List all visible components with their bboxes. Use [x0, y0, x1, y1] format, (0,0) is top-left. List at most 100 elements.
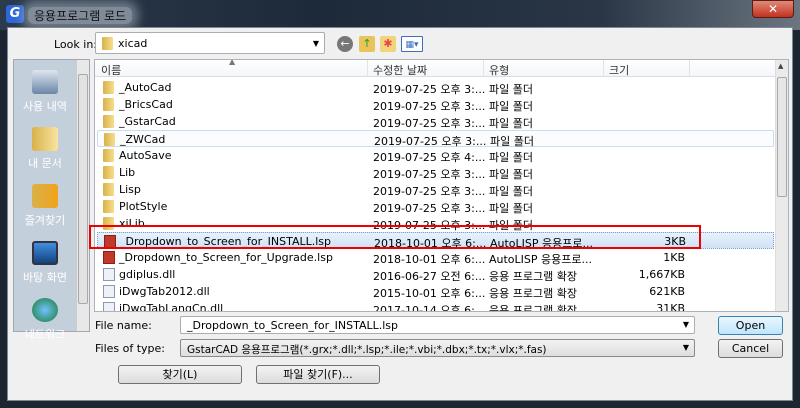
- file-type: 파일 폴더: [489, 151, 533, 164]
- recent-icon: [32, 70, 58, 94]
- file-row[interactable]: _BricsCad 2019-07-25 오후 3:... 파일 폴더: [97, 96, 774, 113]
- file-row[interactable]: Lisp 2019-07-25 오후 3:... 파일 폴더: [97, 181, 774, 198]
- look-in-dropdown[interactable]: xicad ▼: [95, 32, 325, 54]
- dialog-body: Look in: xicad ▼ ← ↑ ✱ ▦▾ 사용 내역 내 문서 즐겨찾…: [7, 27, 793, 401]
- desktop-icon: [32, 241, 58, 265]
- file-type: 파일 폴더: [489, 100, 533, 113]
- column-type[interactable]: 유형: [489, 62, 509, 78]
- list-header: 이름 ▲ 수정한 날짜 유형 크기: [95, 60, 788, 77]
- network-icon: [32, 298, 58, 322]
- dll-icon: [103, 302, 115, 311]
- file-name: _Dropdown_to_Screen_for_INSTALL.lsp: [120, 235, 331, 248]
- file-type: AutoLISP 응용프로...: [489, 253, 592, 266]
- file-type: 파일 폴더: [489, 219, 533, 232]
- open-button[interactable]: Open: [718, 316, 783, 335]
- chevron-down-icon[interactable]: ▼: [683, 343, 689, 352]
- file-type-value: GstarCAD 응용프로그램(*.grx;*.dll;*.lsp;*.ile;…: [187, 344, 547, 356]
- file-row[interactable]: PlotStyle 2019-07-25 오후 3:... 파일 폴더: [97, 198, 774, 215]
- file-type: 파일 폴더: [489, 168, 533, 181]
- favorites-icon: [32, 184, 58, 208]
- folder-icon: [103, 81, 114, 94]
- file-name: _GstarCad: [119, 115, 176, 128]
- file-date: 2019-07-25 오후 3:...: [373, 185, 486, 198]
- file-type: 파일 폴더: [489, 117, 533, 130]
- column-date[interactable]: 수정한 날짜: [373, 62, 427, 78]
- scroll-thumb[interactable]: [777, 77, 787, 197]
- place-favorites[interactable]: 즐겨찾기: [14, 184, 76, 228]
- find-file-button[interactable]: 파일 찾기(F)...: [256, 365, 380, 384]
- scroll-up-icon[interactable]: ▲: [778, 62, 783, 70]
- place-documents[interactable]: 내 문서: [14, 127, 76, 171]
- file-row[interactable]: _Dropdown_to_Screen_for_INSTALL.lsp 2018…: [97, 232, 774, 250]
- places-scrollbar[interactable]: [76, 60, 89, 331]
- file-date: 2016-06-27 오전 6:...: [373, 270, 486, 283]
- file-size: 1,667KB: [638, 268, 685, 281]
- app-icon: G: [6, 5, 24, 23]
- chevron-down-icon[interactable]: ▼: [313, 39, 319, 48]
- places-bar: 사용 내역 내 문서 즐겨찾기 바탕 화면 네트워크: [13, 59, 90, 341]
- dll-icon: [103, 268, 115, 281]
- view-menu-icon[interactable]: ▦▾: [401, 36, 423, 52]
- file-name: PlotStyle: [119, 200, 168, 213]
- place-network[interactable]: 네트워크: [14, 298, 76, 342]
- folder-icon: [103, 200, 114, 213]
- up-folder-icon[interactable]: ↑: [359, 36, 375, 52]
- file-row[interactable]: Lib 2019-07-25 오후 3:... 파일 폴더: [97, 164, 774, 181]
- file-date: 2019-07-25 오후 3:...: [373, 202, 486, 215]
- list-scrollbar[interactable]: ▲: [775, 60, 788, 311]
- file-size: 621KB: [649, 285, 685, 298]
- documents-icon: [32, 127, 58, 151]
- file-type-label: Files of type:: [95, 342, 166, 355]
- folder-icon: [102, 37, 113, 50]
- file-type: 파일 폴더: [489, 202, 533, 215]
- new-folder-icon[interactable]: ✱: [380, 36, 396, 52]
- column-size[interactable]: 크기: [609, 62, 629, 78]
- file-date: 2018-10-01 오후 6:...: [373, 253, 486, 266]
- place-label: 내 문서: [28, 157, 62, 170]
- folder-icon: [103, 98, 114, 111]
- file-list: 이름 ▲ 수정한 날짜 유형 크기 _AutoCad 2019-07-25 오후…: [94, 59, 789, 312]
- folder-icon: [103, 217, 114, 230]
- place-recent[interactable]: 사용 내역: [14, 70, 76, 114]
- file-date: 2019-07-25 오후 3:...: [373, 117, 486, 130]
- file-name-input[interactable]: _Dropdown_to_Screen_for_INSTALL.lsp ▼: [180, 316, 695, 334]
- file-name: _BricsCad: [119, 98, 173, 111]
- file-row[interactable]: AutoSave 2019-07-25 오후 4:... 파일 폴더: [97, 147, 774, 164]
- sort-asc-icon: ▲: [229, 59, 236, 66]
- chevron-down-icon[interactable]: ▼: [683, 320, 689, 329]
- folder-icon: [104, 133, 115, 146]
- close-button[interactable]: ✕: [752, 0, 794, 18]
- place-desktop[interactable]: 바탕 화면: [14, 241, 76, 285]
- file-row[interactable]: _Dropdown_to_Screen_for_Upgrade.lsp 2018…: [97, 249, 774, 266]
- find-button[interactable]: 찾기(L): [118, 365, 242, 384]
- folder-icon: [103, 183, 114, 196]
- file-date: 2017-10-14 오후 6:...: [373, 304, 486, 312]
- back-icon[interactable]: ←: [337, 36, 353, 52]
- file-name: xiLib: [119, 217, 145, 230]
- column-divider: [689, 60, 690, 77]
- file-size: 31KB: [656, 302, 685, 312]
- file-size: 1KB: [663, 251, 685, 264]
- folder-icon: [103, 149, 114, 162]
- file-type: 파일 폴더: [489, 83, 533, 96]
- file-row[interactable]: _ZWCad 2019-07-25 오후 3:... 파일 폴더: [97, 130, 774, 148]
- file-row[interactable]: _AutoCad 2019-07-25 오후 3:... 파일 폴더: [97, 79, 774, 96]
- file-row[interactable]: iDwgTabLangCn.dll 2017-10-14 오후 6:... 응용…: [97, 300, 774, 312]
- file-row[interactable]: _GstarCad 2019-07-25 오후 3:... 파일 폴더: [97, 113, 774, 130]
- scroll-thumb[interactable]: [78, 74, 88, 304]
- dll-icon: [103, 285, 115, 298]
- file-name: gdiplus.dll: [119, 268, 176, 281]
- cancel-button[interactable]: Cancel: [718, 339, 783, 358]
- file-row[interactable]: iDwgTab2012.dll 2015-10-01 오후 6:... 응용 프…: [97, 283, 774, 300]
- file-name: _Dropdown_to_Screen_for_Upgrade.lsp: [119, 251, 333, 264]
- column-divider: [603, 60, 604, 77]
- file-row[interactable]: gdiplus.dll 2016-06-27 오전 6:... 응용 프로그램 …: [97, 266, 774, 283]
- file-name: iDwgTab2012.dll: [119, 285, 210, 298]
- file-type-dropdown[interactable]: GstarCAD 응용프로그램(*.grx;*.dll;*.lsp;*.ile;…: [180, 339, 695, 357]
- file-row[interactable]: xiLib 2019-07-25 오후 3:... 파일 폴더: [97, 215, 774, 232]
- look-in-label: Look in:: [54, 38, 97, 51]
- folder-icon: [103, 166, 114, 179]
- column-name[interactable]: 이름: [101, 62, 121, 78]
- window-title: 응용프로그램 로드: [28, 7, 133, 24]
- file-type: 응용 프로그램 확장: [489, 287, 577, 300]
